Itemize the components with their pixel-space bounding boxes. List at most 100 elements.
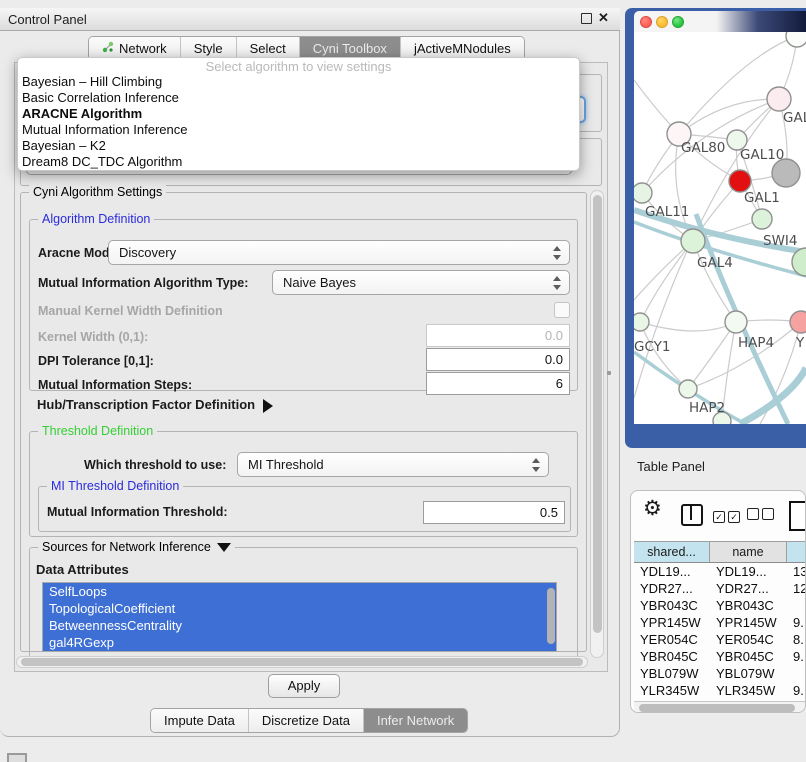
table-row[interactable]: YBL079WYBL079W bbox=[634, 665, 806, 682]
hub-definition-toggle[interactable]: Hub/Transcription Factor Definition bbox=[37, 397, 273, 413]
select-all-checks-icon[interactable]: ✓✓ bbox=[713, 507, 743, 525]
network-node[interactable] bbox=[725, 311, 747, 333]
attribute-list-item[interactable]: SelfLoops bbox=[43, 583, 556, 600]
dpi-tolerance-field[interactable]: 0.0 bbox=[426, 348, 570, 371]
table-row[interactable]: YLR345WYLR345W9. bbox=[634, 682, 806, 699]
table-cell: YDL19... bbox=[710, 563, 787, 580]
minimize-traffic-light[interactable] bbox=[656, 16, 668, 28]
settings-vertical-scrollbar[interactable] bbox=[590, 190, 604, 658]
attribute-list-item[interactable]: BetweennessCentrality bbox=[43, 617, 556, 634]
split-view-icon[interactable] bbox=[681, 504, 703, 526]
data-attributes-list[interactable]: SelfLoopsTopologicalCoefficientBetweenne… bbox=[42, 582, 557, 652]
list-scrollbar-thumb[interactable] bbox=[547, 588, 555, 644]
table-cell: YDR27... bbox=[634, 580, 710, 597]
mi-threshold-field[interactable]: 0.5 bbox=[423, 501, 565, 524]
float-window-icon[interactable] bbox=[581, 13, 592, 24]
control-panel-titlebar: Control Panel ✕ bbox=[0, 8, 620, 31]
mi-steps-field[interactable]: 6 bbox=[426, 372, 570, 395]
sources-toggle[interactable]: Sources for Network Inference bbox=[38, 540, 235, 554]
node-label: GAL10 bbox=[740, 147, 784, 163]
network-window-titlebar bbox=[634, 11, 806, 32]
tab-impute-data[interactable]: Impute Data bbox=[151, 709, 249, 732]
table-panel-title: Table Panel bbox=[637, 459, 705, 474]
algorithm-definition-group: Algorithm Definition Aracne Mode: Discov… bbox=[29, 219, 578, 391]
column-header-shared-name[interactable]: shared... bbox=[634, 542, 710, 562]
table-cell bbox=[787, 665, 806, 682]
algorithm-dropdown-popup: Select algorithm to view settings Bayesi… bbox=[17, 57, 580, 171]
table-cell: YBR045C bbox=[710, 648, 787, 665]
table-row[interactable]: YBR045CYBR045C9. bbox=[634, 648, 806, 665]
table-panel: ⚙ ✓✓ shared... name YDL19...YDL19...13YD… bbox=[630, 490, 806, 713]
tab-discretize-data[interactable]: Discretize Data bbox=[249, 709, 364, 732]
settings-hscroll-thumb[interactable] bbox=[21, 658, 583, 666]
dock-panel-icon[interactable] bbox=[7, 753, 27, 762]
data-attributes-label: Data Attributes bbox=[36, 562, 129, 577]
aracne-mode-combo[interactable]: Discovery bbox=[108, 240, 570, 265]
column-header-name[interactable]: name bbox=[710, 542, 787, 562]
network-node[interactable] bbox=[634, 183, 652, 203]
table-row[interactable]: YPR145WYPR145W9. bbox=[634, 614, 806, 631]
network-node[interactable] bbox=[772, 159, 800, 187]
table-row[interactable]: YER054CYER054C8. bbox=[634, 631, 806, 648]
table-hscroll-thumb[interactable] bbox=[639, 704, 795, 712]
popup-algorithm-item[interactable]: Mutual Information Inference bbox=[18, 122, 579, 138]
attribute-list-item[interactable]: TopologicalCoefficient bbox=[43, 600, 556, 617]
zoom-traffic-light[interactable] bbox=[672, 16, 684, 28]
node-label: GAL11 bbox=[645, 204, 689, 220]
deselect-checks-icon[interactable] bbox=[747, 507, 777, 525]
table-horizontal-scrollbar[interactable] bbox=[634, 701, 806, 713]
table-cell: YLR345W bbox=[634, 682, 710, 699]
sources-group: Sources for Network Inference Data Attri… bbox=[29, 547, 578, 667]
group-title: Threshold Definition bbox=[38, 424, 157, 438]
network-edge[interactable] bbox=[640, 241, 693, 322]
panel-resize-grip[interactable] bbox=[607, 371, 611, 375]
attribute-list-item[interactable]: gal4RGexp bbox=[43, 634, 556, 651]
popup-algorithm-item[interactable]: Basic Correlation Inference bbox=[18, 90, 579, 106]
network-node[interactable] bbox=[752, 209, 772, 229]
apply-button[interactable]: Apply bbox=[268, 674, 340, 698]
network-node[interactable] bbox=[767, 87, 791, 111]
manual-kernel-checkbox[interactable] bbox=[554, 302, 570, 318]
dpi-tolerance-label: DPI Tolerance [0,1]: bbox=[38, 354, 154, 368]
export-table-icon[interactable] bbox=[789, 501, 806, 531]
kernel-width-field[interactable]: 0.0 bbox=[426, 324, 570, 347]
gear-icon[interactable]: ⚙ bbox=[643, 496, 662, 520]
popup-algorithm-item[interactable]: Dream8 DC_TDC Algorithm bbox=[18, 154, 579, 170]
table-row[interactable]: YBR043CYBR043C bbox=[634, 597, 806, 614]
kernel-width-label: Kernel Width (0,1): bbox=[38, 330, 148, 344]
node-label: GAL80 bbox=[681, 140, 725, 156]
popup-algorithm-item[interactable]: Bayesian – Hill Climbing bbox=[18, 74, 579, 90]
network-edge[interactable] bbox=[640, 322, 736, 331]
threshold-definition-group: Threshold Definition Which threshold to … bbox=[29, 431, 578, 537]
table-header-row: shared... name bbox=[634, 541, 806, 563]
table-cell bbox=[787, 597, 806, 614]
node-label: Y bbox=[795, 335, 805, 351]
network-canvas[interactable]: GALGAL80GAL10GAL1GAL11SWI4GAL4HAP4YGCY1H… bbox=[634, 32, 806, 424]
mi-type-combo[interactable]: Naive Bayes bbox=[272, 270, 570, 295]
settings-vscroll-thumb[interactable] bbox=[593, 195, 602, 633]
popup-algorithm-item[interactable]: Bayesian – K2 bbox=[18, 138, 579, 154]
table-cell: YER054C bbox=[634, 631, 710, 648]
table-row[interactable]: YDR27...YDR27...12 bbox=[634, 580, 806, 597]
network-node[interactable] bbox=[729, 170, 751, 192]
which-threshold-combo[interactable]: MI Threshold bbox=[237, 452, 549, 477]
table-cell: 12 bbox=[787, 580, 806, 597]
group-title: Algorithm Definition bbox=[38, 212, 154, 226]
table-cell: YER054C bbox=[710, 631, 787, 648]
network-node[interactable] bbox=[786, 32, 806, 47]
network-node[interactable] bbox=[681, 229, 705, 253]
table-row[interactable]: YDL19...YDL19...13 bbox=[634, 563, 806, 580]
close-traffic-light[interactable] bbox=[640, 16, 652, 28]
network-node[interactable] bbox=[790, 311, 806, 333]
network-edge[interactable] bbox=[679, 36, 797, 134]
table-body: YDL19...YDL19...13YDR27...YDR27...12YBR0… bbox=[634, 563, 806, 701]
close-icon[interactable]: ✕ bbox=[598, 10, 609, 26]
column-header-cut[interactable] bbox=[787, 542, 806, 562]
network-node[interactable] bbox=[679, 380, 697, 398]
mi-threshold-group: MI Threshold Definition Mutual Informati… bbox=[38, 486, 571, 532]
tab-infer-network[interactable]: Infer Network bbox=[364, 709, 467, 732]
popup-algorithm-item[interactable]: ARACNE Algorithm bbox=[18, 106, 579, 122]
table-cell: 13 bbox=[787, 563, 806, 580]
settings-horizontal-scrollbar[interactable] bbox=[16, 656, 588, 668]
network-node[interactable] bbox=[634, 313, 649, 331]
